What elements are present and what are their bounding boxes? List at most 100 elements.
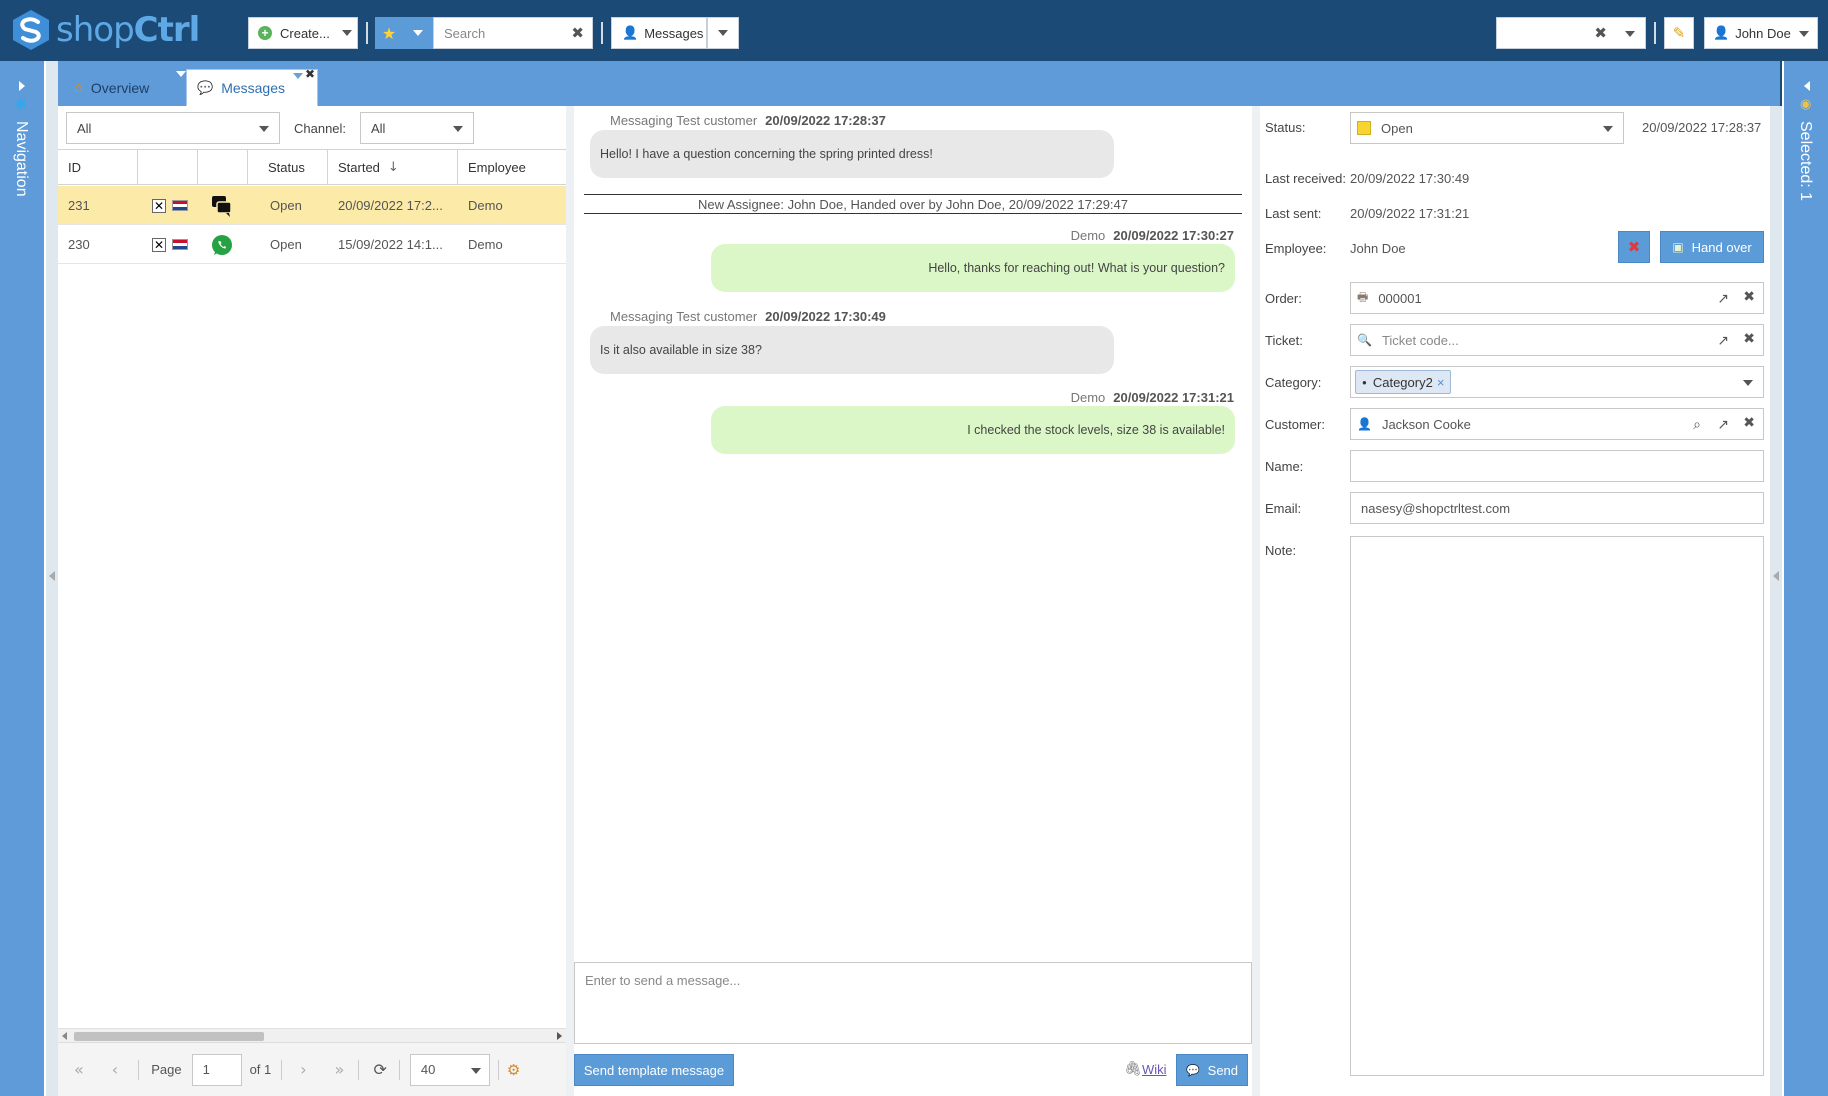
column-flags[interactable] (138, 150, 198, 184)
ticket-field[interactable]: 🔍 Ticket code... ↗ ✖ (1350, 324, 1764, 356)
sort-descending-icon: ↓ (387, 159, 399, 175)
search-customer-icon[interactable]: ⌕ (1693, 417, 1701, 433)
chevron-down-icon (453, 126, 463, 132)
clear-search-icon[interactable]: ✖ (571, 24, 584, 42)
refresh-icon[interactable]: ⟳ (373, 1060, 386, 1079)
tab-overview[interactable]: ⌂ Overview (74, 69, 188, 106)
ticket-placeholder: Ticket code... (1381, 332, 1459, 348)
favorites-button[interactable]: ★ (375, 17, 403, 49)
category-multiselect[interactable]: ● Category2 × (1350, 366, 1764, 398)
column-employee[interactable]: Employee (458, 150, 566, 184)
previous-page-icon[interactable]: ‹ (112, 1060, 118, 1079)
unassign-button[interactable]: ✖ (1618, 231, 1650, 263)
column-channel[interactable] (198, 150, 248, 184)
page-size-select[interactable]: 40 (409, 1053, 490, 1086)
message-meta: Demo 20/09/2022 17:31:21 (1071, 390, 1234, 405)
scroll-thumb[interactable] (74, 1032, 264, 1041)
status-time: 20/09/2022 17:28:37 (1642, 120, 1762, 135)
chevron-down-icon (413, 30, 423, 36)
send-button[interactable]: 💬 Send (1176, 1054, 1248, 1086)
messages-dropdown[interactable] (707, 17, 739, 49)
search-input[interactable]: Search ✖ (433, 17, 593, 49)
clear-icon[interactable]: ✖ (1594, 24, 1607, 42)
left-splitter[interactable] (46, 61, 58, 1096)
email-field[interactable]: nasesy@shopctrltest.com (1350, 492, 1764, 524)
employee-label: Employee: (1265, 241, 1327, 256)
page-input[interactable]: 1 (191, 1053, 242, 1086)
outgoing-message: Hello, thanks for reaching out! What is … (711, 244, 1235, 292)
message-sender: Demo (1070, 390, 1106, 405)
clear-customer-icon[interactable]: ✖ (1743, 415, 1755, 431)
customer-icon: 👤 (1357, 417, 1372, 431)
broom-button[interactable]: ✎ (1664, 17, 1694, 49)
clear-ticket-icon[interactable]: ✖ (1743, 331, 1755, 347)
order-field[interactable]: 🖶 000001 ↗ ✖ (1350, 282, 1764, 314)
chat-send-icon: 💬 (1185, 1063, 1200, 1077)
close-tab-icon[interactable]: ✖ (305, 67, 315, 81)
category-tag[interactable]: ● Category2 × (1355, 370, 1452, 394)
message-meta: Messaging Test customer 20/09/2022 17:28:… (610, 113, 886, 128)
last-page-icon[interactable]: » (335, 1060, 345, 1079)
chat-icon (210, 186, 234, 225)
column-id[interactable]: ID (58, 150, 138, 184)
status-select[interactable]: Open (1350, 112, 1624, 144)
row-status: Open (270, 198, 302, 213)
collapse-left-icon[interactable] (49, 571, 55, 581)
navigation-rail[interactable]: ✱ Navigation (0, 61, 46, 1096)
tab-overview-label: Overview (90, 79, 150, 96)
tab-menu-icon[interactable] (293, 73, 303, 79)
column-status[interactable]: Status (248, 150, 328, 184)
messages-button[interactable]: 👤 Messages (611, 17, 707, 49)
remove-tag-icon[interactable]: × (1437, 375, 1445, 390)
grid-settings-icon[interactable]: ⚙ (507, 1061, 520, 1079)
open-external-icon[interactable]: ↗ (1717, 291, 1729, 307)
send-template-button[interactable]: Send template message (574, 1054, 734, 1086)
context-select[interactable]: ✖ (1496, 17, 1646, 49)
tab-messages[interactable]: 💬 Messages ✖ (186, 67, 318, 106)
order-label: Order: (1265, 291, 1302, 306)
open-external-icon[interactable]: ↗ (1717, 417, 1729, 433)
paperclip-icon: 🖇 (1124, 1061, 1142, 1077)
table-row[interactable]: 231 ✕ Open 20/09/2022 17:2... Demo (58, 186, 566, 225)
scroll-right-icon[interactable] (557, 1032, 562, 1040)
incoming-message: Hello! I have a question concerning the … (590, 130, 1114, 178)
favorites-dropdown[interactable] (403, 17, 433, 49)
tab-menu-icon[interactable] (176, 71, 186, 77)
horizontal-scrollbar[interactable] (58, 1028, 566, 1042)
divider (138, 1059, 140, 1080)
column-started[interactable]: Started ↓ (328, 150, 458, 184)
top-bar: shopCtrl + Create... ★ Search ✖ 👤 Messag… (0, 0, 1828, 61)
create-button[interactable]: + Create... (248, 17, 358, 49)
expand-left-icon[interactable] (1804, 81, 1810, 91)
status-filter-select[interactable]: All (66, 112, 280, 144)
right-splitter[interactable] (1770, 106, 1782, 1096)
chevron-down-icon (470, 1067, 481, 1074)
chevron-down-icon (1603, 126, 1613, 132)
open-external-icon[interactable]: ↗ (1717, 333, 1729, 349)
table-row[interactable]: 230 ✕ Open 15/09/2022 14:1... Demo (58, 225, 566, 264)
shopctrl-logo[interactable]: shopCtrl (10, 8, 200, 52)
scroll-left-icon[interactable] (62, 1032, 67, 1040)
first-page-icon[interactable]: « (74, 1060, 84, 1079)
customer-field[interactable]: 👤 Jackson Cooke ⌕ ↗ ✖ (1350, 408, 1764, 440)
messages-label: Messages (644, 25, 704, 41)
tab-messages-label: Messages (221, 80, 285, 96)
expand-right-icon[interactable] (19, 81, 25, 91)
channel-filter-select[interactable]: All (360, 112, 474, 144)
note-textarea[interactable] (1350, 536, 1764, 1076)
broom-icon: ✎ (1672, 24, 1686, 42)
name-field[interactable] (1350, 450, 1764, 482)
selected-rail[interactable]: ◉ Selected: 1 (1782, 61, 1828, 1096)
customer-label: Customer: (1265, 417, 1325, 432)
collapse-right-icon[interactable] (1773, 571, 1779, 581)
message-input[interactable]: Enter to send a message... (574, 962, 1252, 1044)
next-page-icon[interactable]: › (300, 1060, 306, 1079)
user-menu[interactable]: 👤 John Doe (1704, 17, 1818, 49)
row-employee: Demo (468, 237, 503, 252)
wiki-link[interactable]: Wiki (1142, 1062, 1167, 1077)
clear-order-icon[interactable]: ✖ (1743, 289, 1755, 305)
row-id: 231 (68, 198, 90, 213)
divider (601, 22, 603, 44)
hand-over-button[interactable]: ▣ Hand over (1660, 231, 1764, 263)
customer-value: Jackson Cooke (1381, 416, 1471, 432)
